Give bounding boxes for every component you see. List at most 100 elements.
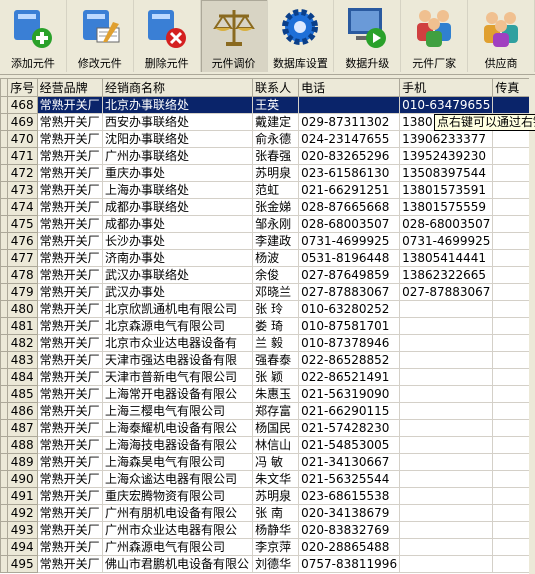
- table-row[interactable]: 476 常熟开关厂 长沙办事处 李建政 0731-4699925 0731-4699925: [0, 232, 535, 250]
- table-cell: 常熟开关厂: [36, 538, 104, 556]
- table-row[interactable]: 483 常熟开关厂 天津市强达电器设备有限 强春泰 022-86528852: [0, 351, 535, 369]
- table-row[interactable]: 479 常熟开关厂 武汉办事处 邓晓兰 027-87883067 027-87883067: [0, 283, 535, 301]
- table-cell: [399, 317, 494, 335]
- row-indicator[interactable]: [0, 487, 9, 505]
- row-indicator[interactable]: [0, 215, 9, 233]
- row-indicator[interactable]: [0, 453, 9, 471]
- table-cell: 0757-83811996: [298, 555, 401, 573]
- row-indicator[interactable]: [0, 351, 9, 369]
- table-cell: 济南办事处: [102, 249, 254, 267]
- row-number: 488: [7, 436, 38, 454]
- column-header[interactable]: 序号: [7, 78, 38, 97]
- row-indicator[interactable]: [0, 504, 9, 522]
- toolbar-button-add[interactable]: 添加元件: [0, 0, 67, 72]
- table-row[interactable]: 473 常熟开关厂 上海办事联络处 范虹 021-66291251 13801573591: [0, 181, 535, 199]
- column-header[interactable]: 联系人: [252, 78, 300, 97]
- upgrade-icon: [344, 0, 390, 53]
- row-indicator[interactable]: [0, 249, 9, 267]
- table-row[interactable]: 492 常熟开关厂 广州有朋机电设备有限公张 南 020-34138679: [0, 504, 535, 522]
- table-row[interactable]: 474 常熟开关厂 成都办事联络处 张金娣 028-87665668 1380157555…: [0, 198, 535, 216]
- row-indicator[interactable]: [0, 521, 9, 539]
- toolbar-button-gear[interactable]: 数据库设置: [268, 0, 335, 72]
- vertical-scrollbar[interactable]: [529, 78, 535, 574]
- table-cell: 021-54853005: [298, 436, 401, 454]
- table-row[interactable]: 485 常熟开关厂 上海常开电器设备有限公 朱惠玉 021-56319090: [0, 385, 535, 403]
- table-cell: 北京森源电气有限公司: [102, 317, 254, 335]
- dealer-grid[interactable]: 序号 经营品牌 经销商名称 联系人 电话 手机 传真 468 常熟开关厂 北京办事联络处 王英 01…: [0, 78, 535, 574]
- table-row[interactable]: 481 常熟开关厂 北京森源电气有限公司娄 琦 010-87581701: [0, 317, 535, 335]
- row-indicator[interactable]: [0, 181, 9, 199]
- toolbar: 添加元件 修改元件 删除元件 元件调价 数据库设置 数据升级 元件厂家 供应商: [0, 0, 535, 75]
- row-indicator[interactable]: [0, 113, 9, 131]
- table-cell: 广州森源电气有限公司: [102, 538, 254, 556]
- row-indicator[interactable]: [0, 164, 9, 182]
- table-row[interactable]: 490 常熟开关厂 上海众谧达电器有限公司 朱文华 021-56325544: [0, 470, 535, 488]
- toolbar-button-scale[interactable]: 元件调价: [200, 0, 268, 72]
- table-row[interactable]: 494 常熟开关厂 广州森源电气有限公司 李京萍 020-28865488: [0, 538, 535, 556]
- row-indicator[interactable]: [0, 147, 9, 165]
- table-row[interactable]: 472 常熟开关厂 重庆办事处 苏明泉 023-61586130 13508397544: [0, 164, 535, 182]
- row-indicator[interactable]: [0, 317, 9, 335]
- table-cell: 常熟开关厂: [36, 266, 104, 284]
- table-row[interactable]: 478 常熟开关厂 武汉办事联络处 余俊 027-87649859 13862322665: [0, 266, 535, 284]
- table-row[interactable]: 484 常熟开关厂 天津市普新电气有限公司张 颖 022-86521491: [0, 368, 535, 386]
- column-header[interactable]: 电话: [298, 78, 401, 97]
- row-indicator[interactable]: [0, 300, 9, 318]
- table-cell: 成都办事处: [102, 215, 254, 233]
- table-cell: [399, 300, 494, 318]
- row-indicator[interactable]: [0, 385, 9, 403]
- row-indicator[interactable]: [0, 538, 9, 556]
- table-row[interactable]: 477 常熟开关厂 济南办事处 杨波 0531-8196448 13805414441: [0, 249, 535, 267]
- table-cell: 021-66291251: [298, 181, 401, 199]
- table-row[interactable]: 471 常熟开关厂 广州办事联络处 张春强 020-83265296 1395243923…: [0, 147, 535, 165]
- row-indicator[interactable]: [0, 198, 9, 216]
- row-indicator[interactable]: [0, 555, 9, 573]
- table-row[interactable]: 468 常熟开关厂 北京办事联络处 王英 010-63479655: [0, 96, 535, 114]
- toolbar-button-edit[interactable]: 修改元件: [67, 0, 134, 72]
- table-row[interactable]: 480 常熟开关厂 北京欣凯通机电有限公司张 玲 010-63280252: [0, 300, 535, 318]
- row-indicator[interactable]: [0, 130, 9, 148]
- table-row[interactable]: 487 常熟开关厂 上海泰耀机电设备有限公 杨国民 021-57428230: [0, 419, 535, 437]
- column-header[interactable]: 经销商名称: [102, 78, 254, 97]
- table-cell: [399, 436, 494, 454]
- table-row[interactable]: 470 常熟开关厂 沈阳办事联络处 俞永德 024-23147655 1390623337…: [0, 130, 535, 148]
- row-indicator[interactable]: [0, 283, 9, 301]
- row-indicator[interactable]: [0, 334, 9, 352]
- table-cell: 广州市众业达电器有限公: [102, 521, 254, 539]
- row-indicator[interactable]: [0, 402, 9, 420]
- gear-icon: [277, 0, 323, 53]
- toolbar-button-delete[interactable]: 删除元件: [134, 0, 201, 72]
- table-cell: 刘德华: [252, 555, 300, 573]
- row-indicator[interactable]: [0, 96, 9, 114]
- table-row[interactable]: 488 常熟开关厂 上海海技电器设备有限公 林信山 021-54853005: [0, 436, 535, 454]
- column-header[interactable]: 经营品牌: [36, 78, 104, 97]
- row-number: 495: [7, 555, 38, 573]
- row-indicator[interactable]: [0, 266, 9, 284]
- table-row[interactable]: 482 常熟开关厂 北京市众业达电器设备有兰 毅 010-87378946: [0, 334, 535, 352]
- row-indicator[interactable]: [0, 436, 9, 454]
- table-cell: 常熟开关厂: [36, 249, 104, 267]
- table-row[interactable]: 495 常熟开关厂 佛山市君鹏机电设备有限公 刘德华 0757-83811996: [0, 555, 535, 573]
- table-row[interactable]: 491 常熟开关厂 重庆宏腾物资有限公司 苏明泉 023-68615538: [0, 487, 535, 505]
- table-row[interactable]: 486 常熟开关厂 上海三樱电气有限公司 郑存富 021-66290115: [0, 402, 535, 420]
- table-cell: 常熟开关厂: [36, 453, 104, 471]
- row-number: 472: [7, 164, 38, 182]
- row-indicator[interactable]: [0, 419, 9, 437]
- table-cell: 010-63479655: [399, 96, 494, 114]
- row-indicator[interactable]: [0, 232, 9, 250]
- table-cell: 西安办事联络处: [102, 113, 254, 131]
- row-indicator[interactable]: [0, 470, 9, 488]
- table-cell: 常熟开关厂: [36, 164, 104, 182]
- toolbar-button-upgrade[interactable]: 数据升级: [334, 0, 402, 72]
- table-row[interactable]: 493 常熟开关厂 广州市众业达电器有限公 杨静华 020-83832769: [0, 521, 535, 539]
- table-cell: 常熟开关厂: [36, 232, 104, 250]
- table-cell: 上海众谧达电器有限公司: [102, 470, 254, 488]
- toolbar-button-people[interactable]: 元件厂家: [401, 0, 469, 72]
- column-header[interactable]: 手机: [399, 78, 494, 97]
- row-indicator[interactable]: [0, 368, 9, 386]
- toolbar-button-group[interactable]: 供应商: [468, 0, 535, 72]
- table-row[interactable]: 489 常熟开关厂 上海森昊电气有限公司冯 敏 021-34130667: [0, 453, 535, 471]
- table-cell: 武汉办事处: [102, 283, 254, 301]
- table-row[interactable]: 475 常熟开关厂 成都办事处 邹永刚 028-68003507 028-68003507: [0, 215, 535, 233]
- row-number: 480: [7, 300, 38, 318]
